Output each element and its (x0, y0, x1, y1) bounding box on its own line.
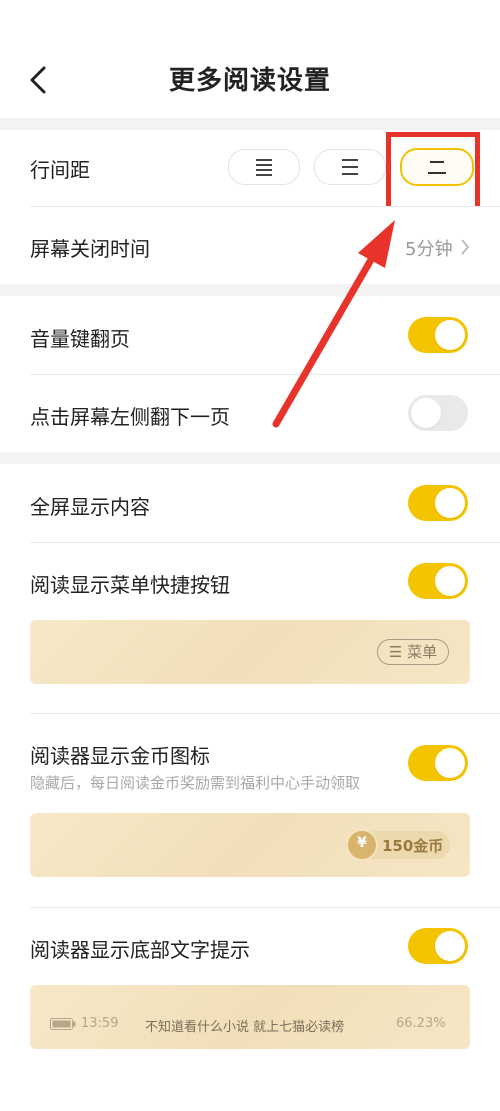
coin-icon-preview: ¥ 150金币 (30, 813, 470, 877)
coin-icon-toggle[interactable] (408, 745, 468, 781)
menu-shortcut-label: 阅读显示菜单快捷按钮 (30, 573, 230, 597)
coin-icon-row: 阅读器显示金币图标 隐藏后，每日阅读金币奖励需到福利中心手动领取 ¥ 150金币 (0, 714, 500, 907)
coin-icon-label: 阅读器显示金币图标 (30, 744, 210, 768)
menu-shortcut-preview: ☰ 菜单 (30, 620, 470, 684)
preview-menu-button: ☰ 菜单 (377, 639, 449, 665)
coin-amount: 150金币 (382, 837, 444, 855)
coin-icon: ¥ (346, 829, 378, 861)
menu-shortcut-row: 阅读显示菜单快捷按钮 ☰ 菜单 (0, 543, 500, 713)
section-gap (0, 452, 500, 464)
preview-time: 13:59 (81, 1016, 119, 1031)
coin-icon-subtext: 隐藏后，每日阅读金币奖励需到福利中心手动领取 (30, 774, 361, 792)
menu-shortcut-toggle[interactable] (408, 563, 468, 599)
bottom-hint-preview: 13:59 不知道看什么小说 就上七猫必读榜 66.23% (30, 985, 470, 1049)
bottom-hint-label: 阅读器显示底部文字提示 (30, 938, 250, 962)
fullscreen-label: 全屏显示内容 (30, 495, 150, 519)
preview-progress: 66.23% (396, 1016, 446, 1031)
preview-hint-text: 不知道看什么小说 就上七猫必读榜 (145, 1020, 345, 1035)
fullscreen-row: 全屏显示内容 (0, 464, 500, 542)
fullscreen-toggle[interactable] (408, 485, 468, 521)
bottom-hint-row: 阅读器显示底部文字提示 13:59 不知道看什么小说 就上七猫必读榜 66.23… (0, 908, 500, 1111)
coin-badge: ¥ 150金币 (346, 829, 450, 861)
bottom-hint-toggle[interactable] (408, 928, 468, 964)
battery-icon (50, 1018, 76, 1030)
